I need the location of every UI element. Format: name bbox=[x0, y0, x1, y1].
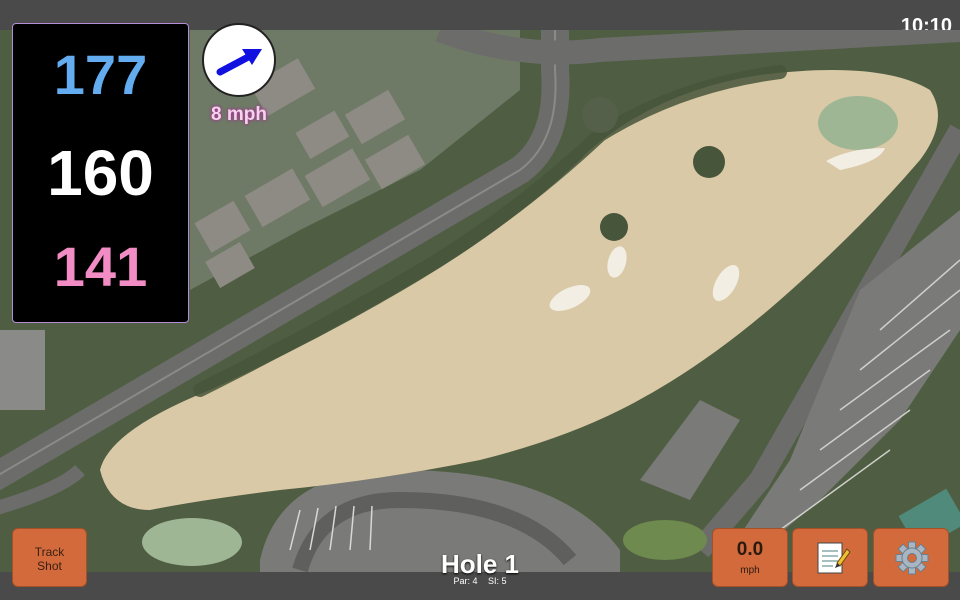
stroke-index-label: SI: 5 bbox=[488, 576, 507, 586]
hole-info: Par: 4 SI: 5 bbox=[380, 576, 580, 586]
par-label: Par: 4 bbox=[453, 576, 478, 586]
wind-indicator bbox=[202, 23, 276, 97]
speed-button[interactable]: 0.0 mph bbox=[712, 528, 788, 587]
track-shot-label-line1: Track bbox=[34, 545, 65, 559]
wind-speed: 8 mph bbox=[211, 104, 267, 125]
wind-direction-arrow-icon bbox=[216, 49, 262, 76]
back-distance: 177 bbox=[53, 43, 148, 106]
notepad-icon bbox=[817, 542, 851, 574]
track-shot-label-line2: Shot bbox=[37, 559, 62, 573]
front-distance: 141 bbox=[53, 235, 148, 298]
speed-unit: mph bbox=[740, 565, 760, 576]
notes-button[interactable] bbox=[792, 528, 868, 587]
speed-value: 0.0 bbox=[736, 539, 764, 560]
settings-button[interactable] bbox=[873, 528, 949, 587]
gear-icon bbox=[895, 541, 929, 575]
distance-panel: 177 160 141 bbox=[12, 23, 189, 323]
middle-distance: 160 bbox=[47, 137, 154, 209]
track-shot-button[interactable]: Track Shot bbox=[12, 528, 87, 587]
